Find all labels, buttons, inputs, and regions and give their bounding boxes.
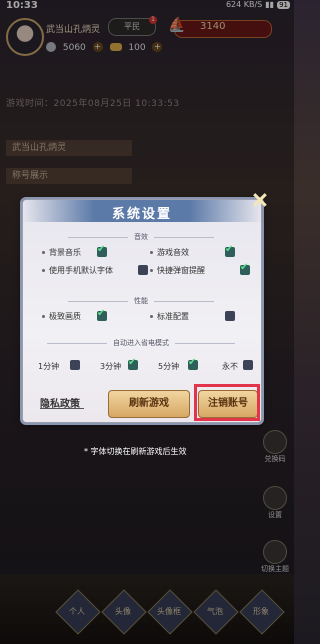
font-hint: * 字体切换在刷新游戏后生效 [84, 447, 187, 456]
checkbox-power-5[interactable] [188, 357, 198, 370]
checkbox-power-1[interactable] [70, 360, 80, 370]
label-power-never: 永不 [222, 362, 238, 371]
label-phone-font: 使用手机默认字体 [49, 266, 113, 275]
privacy-underline [40, 408, 84, 409]
label-power-5: 5分钟 [158, 362, 180, 371]
option-quick-popup: 快捷弹窗提醒 [150, 265, 205, 276]
section-audio: 音效 [22, 232, 260, 242]
checkbox-power-3[interactable] [128, 357, 138, 370]
checkbox-power-never[interactable] [243, 360, 253, 370]
dialog-title: 系统设置 [111, 207, 172, 222]
option-bg-music: 背景音乐 [42, 247, 81, 258]
checkbox-phone-font[interactable] [138, 265, 148, 275]
label-bg-music: 背景音乐 [49, 248, 81, 257]
option-standard-config: 标准配置 [150, 311, 189, 322]
checkbox-bg-music[interactable] [97, 244, 107, 257]
refresh-game-button[interactable]: 刷新游戏 [108, 390, 190, 418]
checkbox-quick-popup[interactable] [240, 262, 250, 275]
option-game-sfx: 游戏音效 [150, 247, 189, 258]
label-power-1: 1分钟 [38, 362, 60, 371]
checkbox-ultimate-quality[interactable] [97, 308, 107, 321]
option-phone-font: 使用手机默认字体 [42, 265, 113, 276]
label-ultimate-quality: 极致画质 [49, 312, 81, 321]
label-standard-config: 标准配置 [157, 312, 189, 321]
option-ultimate-quality: 极致画质 [42, 311, 81, 322]
checkbox-standard-config[interactable] [225, 311, 235, 321]
checkbox-game-sfx[interactable] [225, 244, 235, 257]
label-power-3: 3分钟 [100, 362, 122, 371]
label-quick-popup: 快捷弹窗提醒 [157, 266, 205, 275]
section-power-saving: 自动进入省电模式 [22, 338, 260, 348]
section-performance: 性能 [22, 296, 260, 306]
label-game-sfx: 游戏音效 [157, 248, 189, 257]
highlight-box [194, 384, 260, 421]
